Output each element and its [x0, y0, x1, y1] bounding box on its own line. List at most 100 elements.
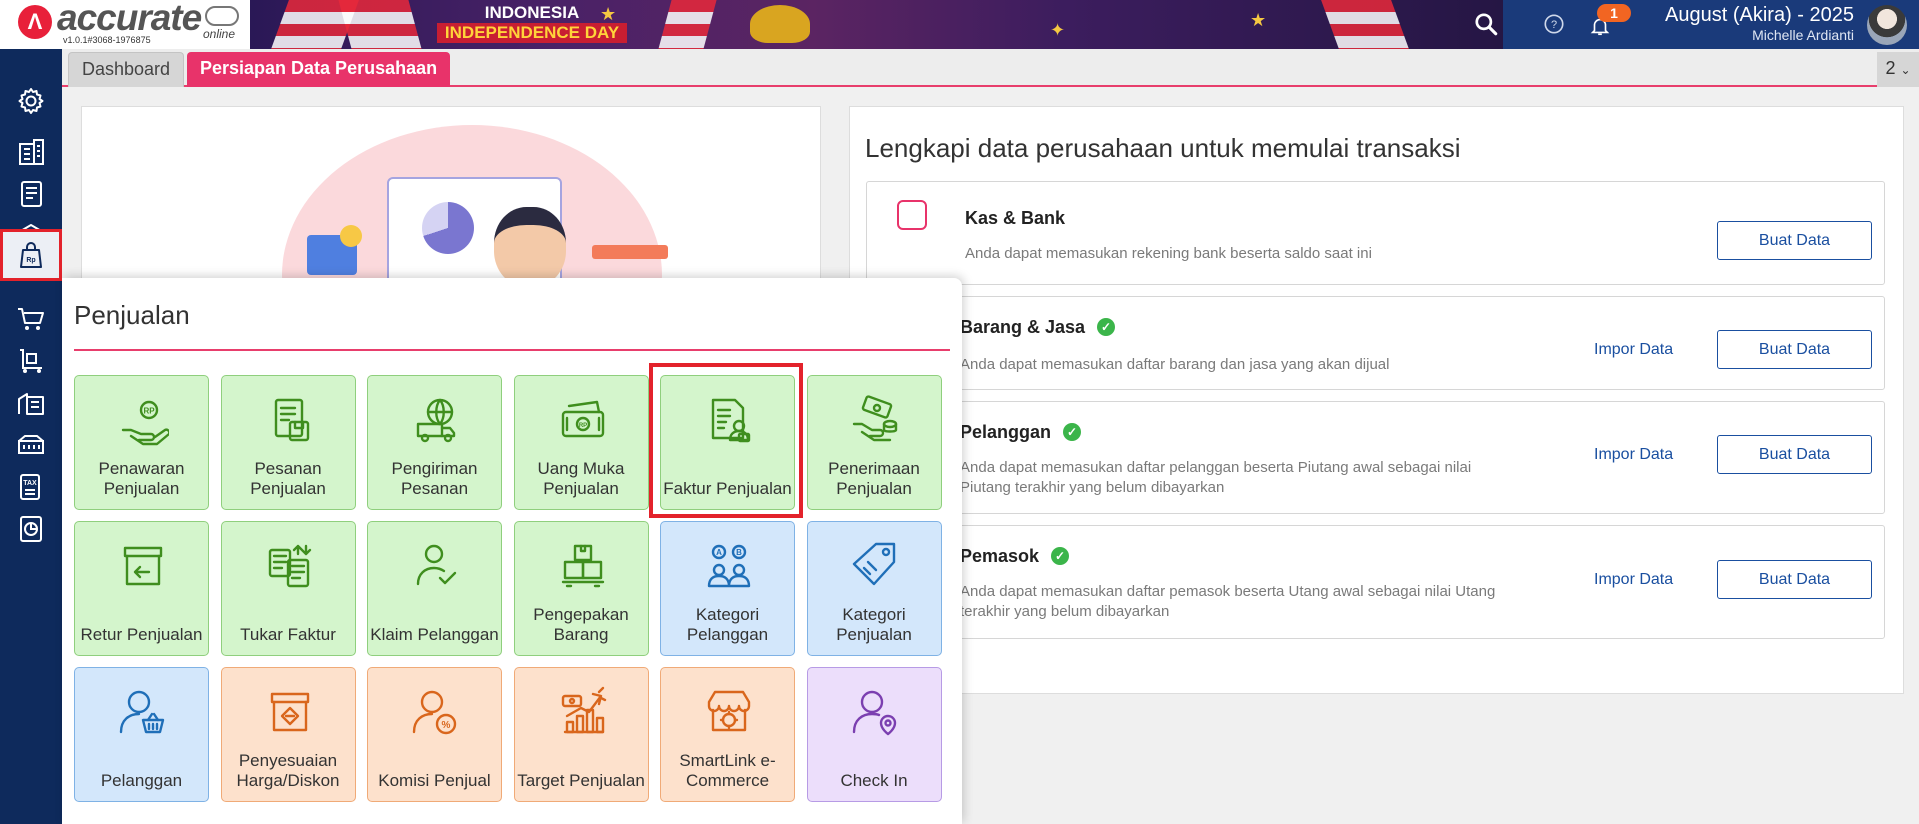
menu-tile-pesanan-penjualan[interactable]: Pesanan Penjualan [220, 375, 356, 510]
create-data-button[interactable]: Buat Data [1717, 330, 1872, 369]
help-icon[interactable]: ? [1543, 13, 1565, 35]
menu-tile-retur-penjualan[interactable]: Retur Penjualan [74, 521, 209, 656]
gear-icon [18, 88, 44, 114]
menu-tile-penawaran-penjualan[interactable]: RP Penawaran Penjualan [74, 375, 209, 510]
setup-card-kas-bank: Kas & Bank Anda dapat memasukan rekening… [866, 181, 1885, 285]
setup-card-title-text: Barang & Jasa [960, 317, 1086, 337]
setup-panel-title: Lengkapi data perusahaan untuk memulai t… [865, 133, 1461, 163]
menu-divider [74, 349, 950, 351]
building-icon [19, 139, 44, 165]
accurate-logo[interactable]: Λ accurate online v1.0.1#3068-1976875 [0, 0, 250, 49]
svg-text:RP: RP [143, 407, 155, 416]
highlight-frame [649, 363, 803, 518]
menu-tile-klaim-pelanggan[interactable]: Klaim Pelanggan [367, 521, 502, 656]
banner-line2: INDEPENDENCE DAY [437, 23, 627, 43]
menu-tile-pengiriman-pesanan[interactable]: Pengiriman Pesanan [367, 375, 502, 510]
import-data-link[interactable]: Impor Data [1594, 341, 1673, 359]
target-chart-icon [561, 686, 606, 734]
factory-icon [18, 435, 44, 454]
setup-card-title-text: Pelanggan [960, 422, 1052, 442]
menu-tile-uang-muka-penjualan[interactable]: RP Uang Muka Penjualan [513, 375, 649, 510]
version-label: v1.0.1#3068-1976875 [63, 35, 151, 45]
setup-card-pemasok: Pemasok ✓ Anda dapat memasukan daftar pem… [866, 525, 1885, 639]
menu-tile-pengepakan-barang[interactable]: Pengepakan Barang [513, 521, 649, 656]
person-illustration [494, 207, 566, 287]
tab-company-setup[interactable]: Persiapan Data Perusahaan [187, 52, 451, 87]
create-data-button[interactable]: Buat Data [1717, 435, 1872, 474]
packing-box-icon [561, 544, 604, 588]
menu-tile-kategori-pelanggan[interactable]: A B Kategori Pelanggan [660, 521, 795, 656]
tab-bar: Dashboard Persiapan Data Perusahaan 2 ⌄ [62, 49, 1919, 87]
svg-text:B: B [736, 548, 742, 557]
independence-banner: ★ INDONESIA INDEPENDENCE DAY ✦ ★ [250, 0, 1503, 49]
warehouse-icon [18, 393, 44, 415]
report-chart-icon [20, 516, 42, 542]
menu-tile-label: SmartLink e-Commerce [679, 751, 776, 790]
search-icon[interactable] [1473, 11, 1499, 37]
menu-tile-check-in[interactable]: Check In [806, 667, 942, 802]
tax-document-icon: TAX [20, 474, 40, 500]
flag-ribbon-decoration [658, 0, 717, 49]
menu-tile-label: Pelanggan [100, 771, 183, 790]
tab-count-dropdown[interactable]: 2 ⌄ [1877, 52, 1919, 87]
star-decoration-icon: ★ [1250, 10, 1267, 30]
sidebar-item-reports[interactable] [0, 503, 62, 555]
user-name: Michelle Ardianti [1752, 27, 1854, 43]
return-box-icon [123, 546, 163, 586]
menu-tile-label: Tukar Faktur [240, 625, 336, 644]
setup-card-title: Barang & Jasa ✓ [960, 317, 1116, 338]
menu-tile-label: Target Penjualan [517, 771, 645, 790]
logo-online: online [203, 27, 236, 41]
menu-tile-label: Kategori Pelanggan [686, 605, 769, 644]
menu-tile-penyesuaian-harga-diskon[interactable]: Penyesuaian Harga/Diskon [220, 667, 356, 802]
menu-tile-label: Pengiriman Pesanan [391, 459, 478, 498]
setup-card-title: Pemasok ✓ [960, 546, 1070, 567]
setup-card-desc: Anda dapat memasukan daftar pelanggan be… [960, 459, 1472, 496]
check-circle-icon: ✓ [1063, 423, 1082, 441]
ecommerce-store-icon [707, 690, 751, 732]
check-circle-icon: ✓ [1097, 318, 1116, 336]
create-data-button[interactable]: Buat Data [1717, 221, 1872, 260]
notification-badge[interactable]: 1 [1597, 4, 1631, 22]
setup-card-title: Pelanggan ✓ [960, 422, 1082, 443]
svg-text:%: % [442, 720, 451, 731]
avatar[interactable] [1867, 5, 1907, 45]
hand-receive-money-icon [852, 395, 897, 442]
trolley-icon [20, 349, 42, 373]
menu-tile-kategori-penjualan[interactable]: Kategori Penjualan [806, 521, 942, 656]
ledger-book-icon [21, 181, 42, 207]
logo-brand: accurate [57, 0, 202, 38]
tab-count: 2 [1885, 58, 1896, 78]
menu-tile-pelanggan[interactable]: Pelanggan [74, 667, 209, 802]
setup-card-desc: Anda dapat memasukan rekening bank beser… [965, 245, 1372, 262]
create-data-button[interactable]: Buat Data [1717, 560, 1872, 599]
import-data-link[interactable]: Impor Data [1594, 571, 1673, 589]
menu-tile-label: Retur Penjualan [80, 625, 203, 644]
setup-card-desc: Anda dapat memasukan daftar barang dan j… [960, 356, 1390, 373]
chevron-down-icon: ⌄ [1900, 63, 1911, 77]
tab-dashboard[interactable]: Dashboard [68, 52, 185, 87]
setup-card-title: Kas & Bank [965, 208, 1065, 229]
company-name[interactable]: August (Akira) - 2025 [1665, 4, 1854, 27]
menu-tile-smartlink-e-commerce[interactable]: SmartLink e-Commerce [660, 667, 795, 802]
sales-bag-icon: Rp [20, 242, 42, 268]
price-adjust-icon [270, 692, 309, 732]
top-bar: Λ accurate online v1.0.1#3068-1976875 ★ … [0, 0, 1919, 49]
sidebar-item-settings[interactable] [0, 75, 62, 127]
sidebar-item-sales[interactable]: Rp [0, 229, 62, 281]
money-bag-icon [897, 200, 927, 230]
setup-card-title-text: Kas & Bank [965, 208, 1066, 228]
menu-tile-penerimaan-penjualan[interactable]: Penerimaan Penjualan [806, 375, 942, 510]
import-data-link[interactable]: Impor Data [1594, 446, 1673, 464]
menu-tile-target-penjualan[interactable]: Target Penjualan [513, 667, 649, 802]
user-location-icon [852, 690, 896, 736]
cloud-icon [205, 6, 239, 26]
menu-tile-label: Penyesuaian Harga/Diskon [236, 751, 340, 790]
menu-tile-komisi-penjual[interactable]: % Komisi Penjual [367, 667, 502, 802]
menu-tile-label: Pesanan Penjualan [250, 459, 326, 498]
exchange-invoice-icon [268, 544, 311, 588]
menu-tile-label: Check In [840, 771, 908, 790]
sales-tag-icon [852, 542, 895, 586]
user-check-icon [416, 544, 457, 586]
menu-tile-tukar-faktur[interactable]: Tukar Faktur [220, 521, 356, 656]
